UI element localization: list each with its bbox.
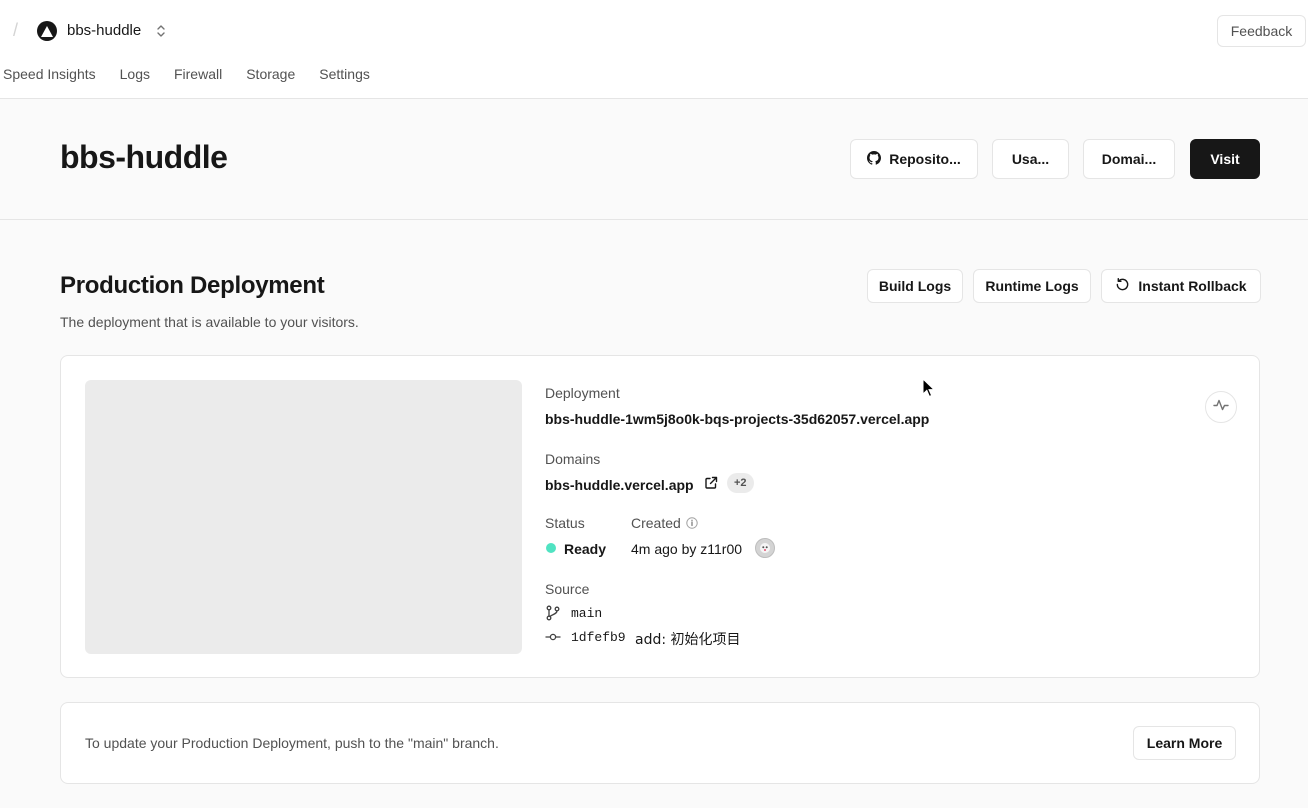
- tab-firewall[interactable]: Firewall: [174, 66, 222, 88]
- production-deployment-section: Production Deployment The deployment tha…: [0, 220, 1308, 808]
- deployment-label: Deployment: [545, 385, 620, 401]
- section-title: Production Deployment: [60, 272, 325, 299]
- visit-button[interactable]: Visit: [1190, 139, 1260, 179]
- tab-settings[interactable]: Settings: [319, 66, 370, 88]
- instant-rollback-button[interactable]: Instant Rollback: [1101, 269, 1261, 303]
- status-ready-dot: [546, 543, 556, 553]
- project-logo-icon[interactable]: [37, 21, 57, 41]
- runtime-logs-button[interactable]: Runtime Logs: [973, 269, 1091, 303]
- tab-speed-insights[interactable]: Speed Insights: [3, 66, 96, 88]
- learn-more-button[interactable]: Learn More: [1133, 726, 1236, 760]
- usage-button[interactable]: Usa...: [992, 139, 1069, 179]
- status-value: Ready: [564, 541, 607, 557]
- domains-button[interactable]: Domai...: [1083, 139, 1175, 179]
- deployment-preview-image[interactable]: [85, 380, 522, 654]
- breadcrumb-separator: /: [13, 20, 19, 40]
- git-branch-icon: [545, 605, 561, 626]
- created-value: 4m ago by z11r00: [631, 541, 743, 557]
- project-switcher-name[interactable]: bbs-huddle: [67, 22, 141, 39]
- build-logs-label: Build Logs: [878, 278, 952, 294]
- domains-label: Domains: [545, 451, 601, 467]
- repository-button[interactable]: Reposito...: [850, 139, 978, 179]
- section-subtitle: The deployment that is available to your…: [60, 314, 359, 330]
- activity-pulse-icon: [1213, 397, 1229, 418]
- user-avatar[interactable]: [755, 538, 775, 558]
- tab-logs[interactable]: Logs: [120, 66, 150, 88]
- runtime-logs-label: Runtime Logs: [985, 278, 1079, 294]
- rollback-label: Instant Rollback: [1138, 278, 1247, 294]
- git-commit-icon: [545, 629, 561, 650]
- visit-button-label: Visit: [1210, 151, 1240, 167]
- update-notice-card: To update your Production Deployment, pu…: [60, 702, 1260, 784]
- chevron-up-down-icon[interactable]: [155, 23, 167, 44]
- repository-button-label: Reposito...: [889, 151, 961, 167]
- update-notice-text: To update your Production Deployment, pu…: [85, 735, 499, 751]
- mouse-cursor-icon: [922, 377, 936, 403]
- branch-name[interactable]: main: [571, 606, 602, 621]
- external-link-icon[interactable]: [704, 476, 718, 495]
- build-logs-button[interactable]: Build Logs: [867, 269, 963, 303]
- deployment-card: Deployment bbs-huddle-1wm5j8o0k-bqs-proj…: [60, 355, 1260, 678]
- domains-button-label: Domai...: [1101, 151, 1157, 167]
- tab-storage[interactable]: Storage: [246, 66, 295, 88]
- project-tabs: Speed Insights Logs Firewall Storage Set…: [0, 66, 394, 88]
- page-title: bbs-huddle: [60, 139, 228, 175]
- activity-button[interactable]: [1205, 391, 1237, 423]
- commit-hash[interactable]: 1dfefb9: [571, 630, 626, 645]
- top-navigation-bar: / bbs-huddle Feedback Speed Insights Log…: [0, 0, 1308, 99]
- domain-link[interactable]: bbs-huddle.vercel.app: [545, 477, 694, 493]
- usage-button-label: Usa...: [1011, 151, 1050, 167]
- status-label: Status: [545, 515, 585, 531]
- feedback-button[interactable]: Feedback: [1217, 15, 1306, 47]
- domains-count-badge[interactable]: +2: [727, 473, 754, 493]
- deployment-url-link[interactable]: bbs-huddle-1wm5j8o0k-bqs-projects-35d620…: [545, 411, 929, 427]
- source-label: Source: [545, 581, 590, 597]
- rollback-icon: [1115, 277, 1130, 295]
- project-header: bbs-huddle Reposito... Usa... Domai... V…: [0, 99, 1308, 220]
- info-icon[interactable]: [686, 516, 698, 534]
- github-icon: [867, 150, 882, 168]
- commit-message: add: 初始化项目: [635, 632, 741, 648]
- created-label: Created: [631, 515, 681, 531]
